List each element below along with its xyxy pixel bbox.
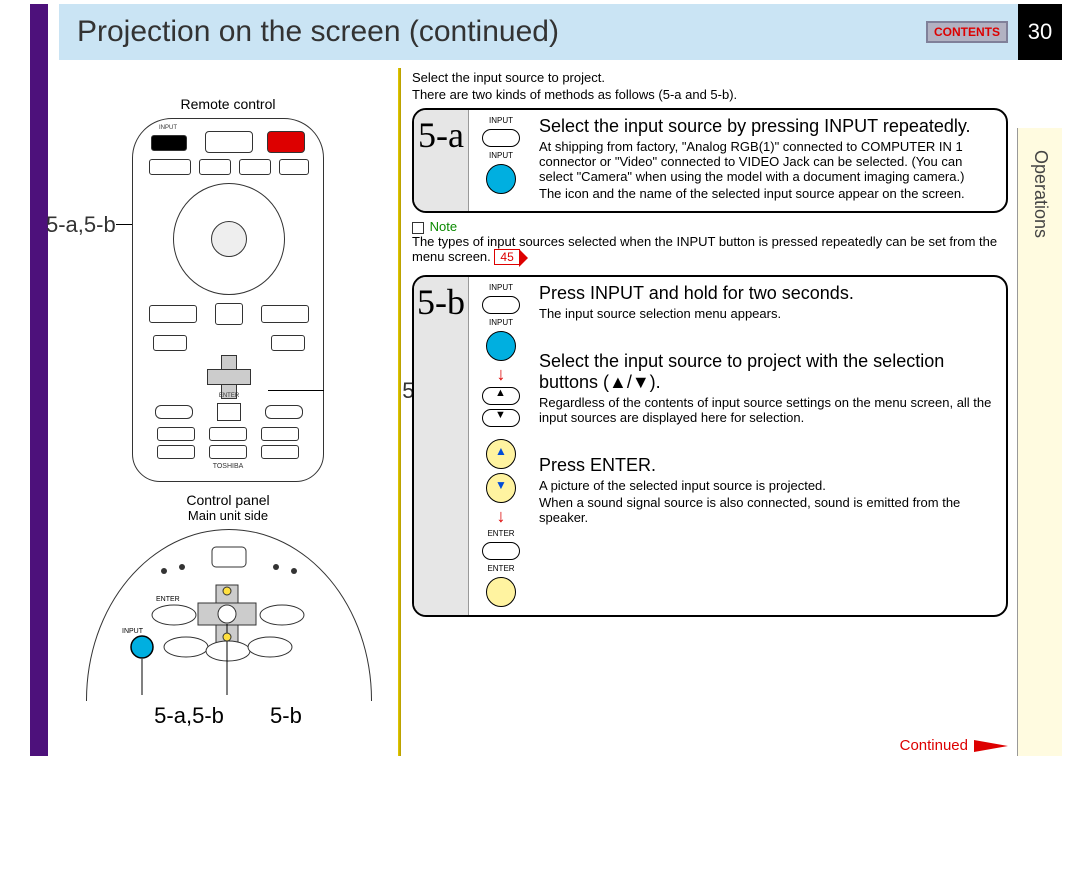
left-column: Remote control 5-a,5-b INPUT [68, 96, 388, 729]
svg-text:INPUT: INPUT [122, 628, 144, 635]
input-label: INPUT [489, 283, 513, 292]
input-pill-icon [482, 129, 520, 147]
step-5b-sub3a: A picture of the selected input source i… [539, 478, 996, 493]
step-5b-sub3b: When a sound signal source is also conne… [539, 495, 996, 525]
step-5a-title: Select the input source by pressing INPU… [539, 116, 996, 137]
leader-line [268, 390, 324, 391]
remote-control-figure: INPUT ENTER [132, 118, 324, 482]
note-text: The types of input sources selected when… [412, 234, 1008, 265]
page-header: Projection on the screen (continued) CON… [59, 4, 1062, 60]
intro-line-2: There are two kinds of methods as follow… [412, 87, 1008, 102]
continued-arrow-icon [974, 740, 1008, 752]
control-panel-sublabel: Main unit side [68, 508, 388, 523]
callout-5b-panel: 5-b [270, 703, 302, 729]
step-5a-body2: The icon and the name of the selected in… [539, 186, 996, 201]
note-label: Note [430, 219, 457, 234]
control-panel-callouts: 5-a,5-b 5-b [68, 703, 388, 729]
down-pill-icon [482, 409, 520, 427]
control-panel-figure: ENTER INPUT [86, 529, 370, 699]
side-purple-bar [30, 4, 48, 756]
input-label: INPUT [489, 318, 513, 327]
step-5a-number: 5-a [414, 110, 469, 211]
callout-5a5b-panel: 5-a,5-b [154, 703, 224, 729]
section-side-tab: Operations [1017, 128, 1062, 756]
step-5a-icons: INPUT INPUT [469, 110, 533, 211]
input-label: INPUT [489, 116, 513, 125]
column-divider [398, 68, 401, 756]
input-label: INPUT [489, 151, 513, 160]
page-number: 30 [1018, 4, 1062, 60]
remote-control-label: Remote control [68, 96, 388, 112]
down-arrow-icon: ↓ [497, 507, 506, 525]
section-side-label: Operations [1030, 150, 1051, 238]
step-5b-icons: INPUT INPUT ↓ ↓ ENTER ENTER [469, 277, 533, 615]
step-5a-body1: At shipping from factory, "Analog RGB(1)… [539, 139, 996, 184]
page-title: Projection on the screen (continued) [77, 15, 926, 49]
step-5b-number: 5-b [414, 277, 469, 615]
step-5a-box: 5-a INPUT INPUT Select the input source … [412, 108, 1008, 213]
continued-label: Continued [900, 737, 1008, 754]
control-panel-label: Control panel [68, 492, 388, 508]
up-pill-icon [482, 387, 520, 405]
step-5b-sub1: The input source selection menu appears. [539, 306, 996, 321]
step-5b-sub2: Regardless of the contents of input sour… [539, 395, 996, 425]
step-5b-box: 5-b INPUT INPUT ↓ ↓ ENTER ENTER Press IN… [412, 275, 1008, 617]
up-round-icon [486, 439, 516, 469]
contents-button[interactable]: CONTENTS [926, 21, 1008, 43]
down-arrow-icon: ↓ [497, 365, 506, 383]
cp-enter-label: ENTER [156, 596, 180, 603]
input-round-icon [486, 164, 516, 194]
enter-pill-icon [482, 542, 520, 560]
step-5b-title3: Press ENTER. [539, 455, 996, 476]
enter-label: ENTER [487, 564, 514, 573]
input-pill-icon [482, 296, 520, 314]
enter-label: ENTER [487, 529, 514, 538]
step-5b-title2: Select the input source to project with … [539, 351, 996, 393]
callout-5a5b-remote: 5-a,5-b [46, 212, 116, 238]
step-5b-title1: Press INPUT and hold for two seconds. [539, 283, 996, 304]
down-round-icon [486, 473, 516, 503]
intro-line-1: Select the input source to project. [412, 70, 1008, 85]
enter-round-icon [486, 577, 516, 607]
note-row: Note [412, 219, 1008, 234]
right-column: Select the input source to project. Ther… [412, 68, 1008, 617]
note-marker-icon [412, 222, 424, 234]
xref-45-link[interactable]: 45 [494, 249, 519, 265]
input-round-icon [486, 331, 516, 361]
